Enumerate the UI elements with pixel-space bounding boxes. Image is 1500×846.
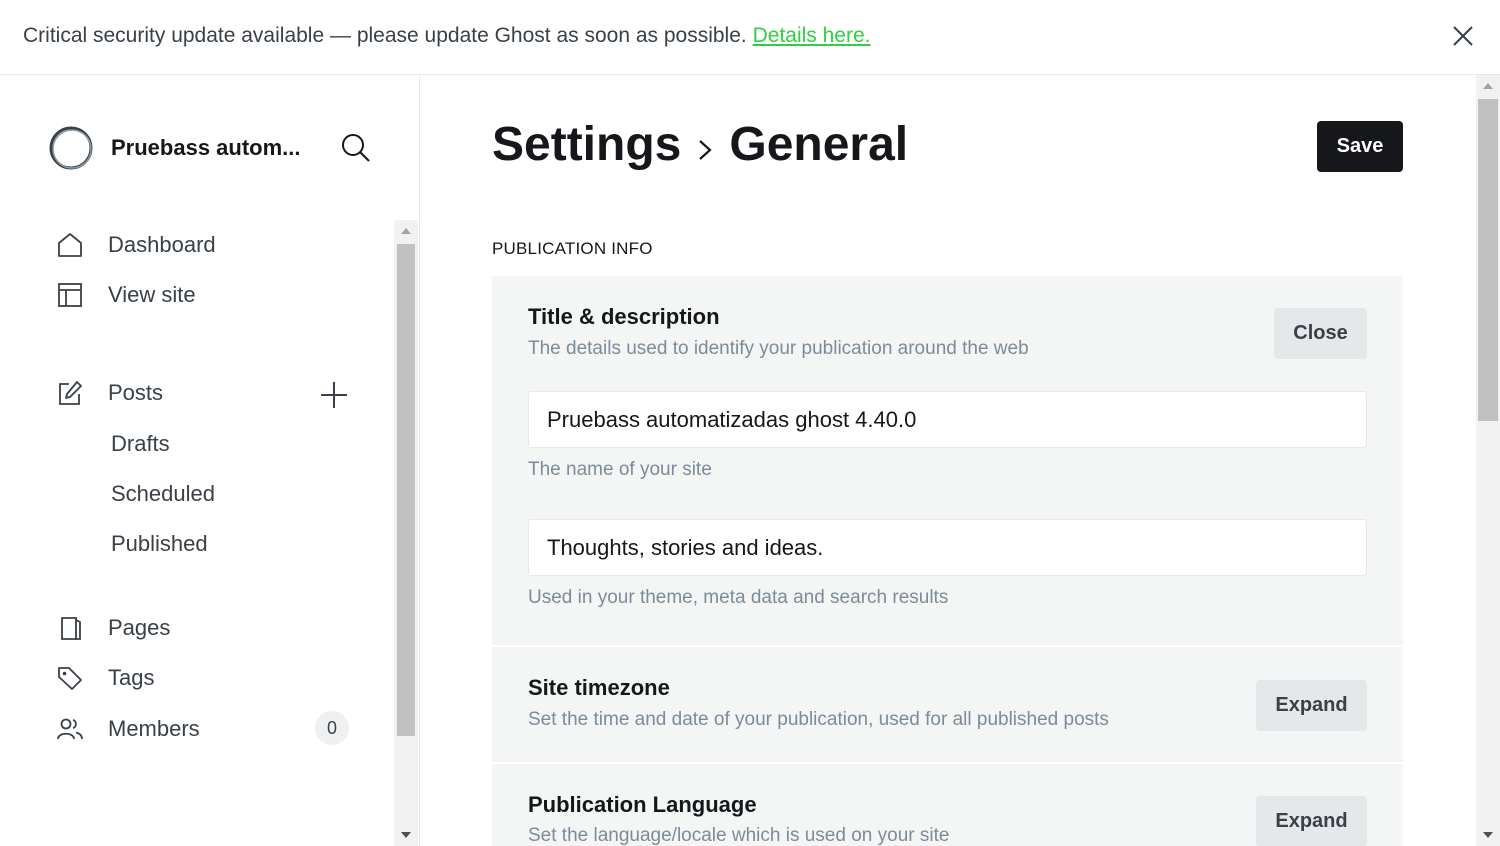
layout-icon	[58, 283, 82, 307]
close-icon[interactable]	[1449, 22, 1477, 50]
sidebar: Pruebass autom... Dashboard View site Po…	[0, 75, 420, 846]
card-title: Title & description	[528, 304, 720, 329]
members-count-badge: 0	[315, 711, 349, 745]
section-label-publication-info: PUBLICATION INFO	[492, 239, 653, 258]
breadcrumb-general: General	[729, 118, 909, 171]
nav-dashboard-label: Dashboard	[108, 232, 216, 257]
page-icon	[61, 617, 81, 640]
tag-icon	[58, 667, 82, 690]
expand-timezone-button[interactable]: Expand	[1256, 680, 1367, 731]
nav-tags-label: Tags	[108, 665, 155, 690]
sidebar-scrollbar-thumb[interactable]	[397, 244, 415, 736]
site-name: Pruebass autom...	[111, 135, 301, 160]
site-logo-icon	[49, 126, 93, 170]
banner-message: Critical security update available — ple…	[23, 24, 870, 48]
home-icon	[58, 233, 82, 257]
search-icon[interactable]	[340, 132, 372, 164]
chevron-right-icon	[699, 139, 713, 160]
site-title-input[interactable]	[528, 391, 1367, 448]
site-description-hint: Used in your theme, meta data and search…	[528, 587, 949, 608]
nav-pages[interactable]: Pages	[56, 610, 356, 646]
nav-view-site-label: View site	[108, 282, 196, 307]
nav-tags[interactable]: Tags	[56, 660, 356, 696]
scroll-up-arrow-icon[interactable]	[1483, 83, 1493, 89]
nav-members-label: Members	[108, 716, 200, 741]
site-brand[interactable]: Pruebass autom...	[48, 125, 301, 171]
card-title: Site timezone	[528, 675, 670, 700]
card-title: Publication Language	[528, 792, 757, 817]
card-description: Set the language/locale which is used on…	[528, 825, 950, 846]
card-description: The details used to identify your public…	[528, 338, 1029, 359]
breadcrumb-settings[interactable]: Settings	[492, 117, 681, 172]
members-icon	[57, 718, 83, 740]
scroll-down-arrow-icon[interactable]	[1483, 832, 1493, 838]
banner-details-link[interactable]: Details here.	[753, 24, 871, 47]
scroll-down-arrow-icon[interactable]	[401, 832, 411, 838]
nav-members[interactable]: Members	[56, 711, 356, 747]
banner-text: Critical security update available — ple…	[23, 24, 747, 47]
nav-dashboard[interactable]: Dashboard	[56, 227, 356, 263]
scroll-up-arrow-icon[interactable]	[401, 228, 411, 234]
page-title: Settings General	[492, 117, 908, 172]
save-button[interactable]: Save	[1317, 121, 1403, 172]
main-scrollbar[interactable]	[1476, 75, 1500, 846]
nav-published[interactable]: Published	[111, 531, 208, 557]
nav-posts[interactable]: Posts	[56, 375, 356, 411]
nav-scheduled[interactable]: Scheduled	[111, 481, 215, 507]
site-timezone-card: Site timezone Set the time and date of y…	[492, 647, 1403, 762]
main-scrollbar-thumb[interactable]	[1478, 99, 1498, 421]
site-description-input[interactable]	[528, 519, 1367, 576]
settings-main: Settings General Save PUBLICATION INFO T…	[421, 75, 1476, 846]
expand-language-button[interactable]: Expand	[1256, 796, 1367, 846]
edit-icon	[59, 381, 82, 405]
nav-view-site[interactable]: View site	[56, 277, 356, 313]
sidebar-scrollbar[interactable]	[394, 220, 418, 846]
publication-language-card: Publication Language Set the language/lo…	[492, 764, 1403, 846]
nav-pages-label: Pages	[108, 615, 171, 640]
nav-posts-label: Posts	[108, 380, 164, 405]
new-post-plus-icon[interactable]	[318, 379, 350, 411]
site-title-hint: The name of your site	[528, 459, 712, 480]
close-button[interactable]: Close	[1274, 308, 1367, 359]
nav-drafts[interactable]: Drafts	[111, 431, 170, 457]
title-description-card: Title & description The details used to …	[492, 276, 1403, 645]
update-banner: Critical security update available — ple…	[0, 0, 1500, 75]
card-description: Set the time and date of your publicatio…	[528, 709, 1109, 730]
